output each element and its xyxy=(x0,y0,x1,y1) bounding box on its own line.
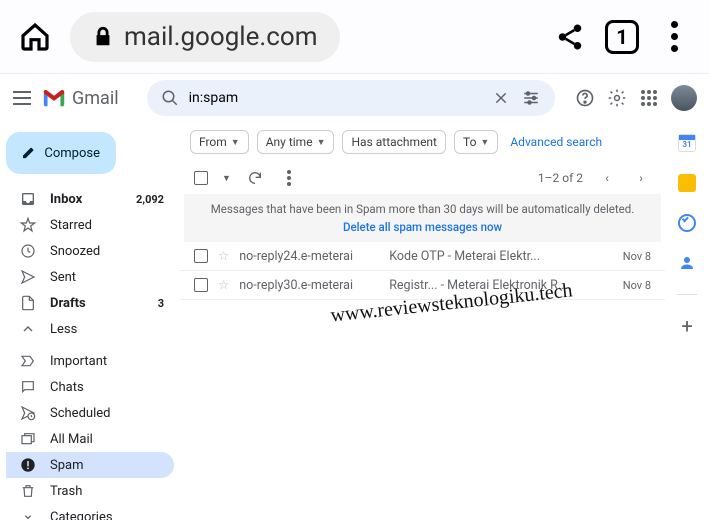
sidebar-item-less[interactable]: Less xyxy=(6,316,174,342)
add-panel-icon[interactable]: + xyxy=(678,317,696,335)
content-area: From▼ Any time▼ Has attachment To▼ Advan… xyxy=(180,122,665,520)
refresh-icon[interactable] xyxy=(245,168,265,188)
calendar-icon[interactable]: 31 xyxy=(678,134,696,152)
url-text: mail.google.com xyxy=(124,22,318,52)
sidebar-item-starred[interactable]: Starred xyxy=(6,212,174,238)
sidebar-item-chats[interactable]: Chats xyxy=(6,374,174,400)
apps-icon[interactable] xyxy=(639,88,659,108)
filter-chip-attachment[interactable]: Has attachment xyxy=(342,130,446,154)
page-range: 1–2 of 2 xyxy=(538,171,583,185)
row-subject: Registr... - Meterai Elektronik R... xyxy=(389,278,613,293)
important-icon xyxy=(20,353,36,369)
sidebar-item-scheduled[interactable]: Scheduled xyxy=(6,400,174,426)
browser-menu-icon[interactable] xyxy=(657,21,691,52)
star-icon[interactable]: ☆ xyxy=(218,248,229,264)
row-date: Nov 8 xyxy=(623,250,651,263)
search-box[interactable] xyxy=(147,80,555,116)
settings-icon[interactable] xyxy=(607,88,627,108)
gmail-logo[interactable]: Gmail xyxy=(42,88,119,109)
allmail-icon xyxy=(20,431,36,447)
sidebar-item-all-mail[interactable]: All Mail xyxy=(6,426,174,452)
filter-chip-anytime[interactable]: Any time▼ xyxy=(257,130,335,154)
sidebar-item-snoozed[interactable]: Snoozed xyxy=(6,238,174,264)
contacts-icon[interactable] xyxy=(678,254,696,272)
search-input[interactable] xyxy=(189,90,481,106)
clear-search-icon[interactable] xyxy=(491,88,511,108)
less-icon xyxy=(20,321,36,337)
clock-icon xyxy=(20,243,36,259)
help-icon[interactable] xyxy=(575,88,595,108)
app-name: Gmail xyxy=(72,88,119,109)
advanced-search-link[interactable]: Advanced search xyxy=(510,135,602,149)
inbox-icon xyxy=(20,191,36,207)
sidebar-item-inbox[interactable]: Inbox2,092 xyxy=(6,186,174,212)
row-sender: no-reply30.e-meterai xyxy=(239,278,379,293)
tasks-icon[interactable] xyxy=(678,214,696,232)
row-date: Nov 8 xyxy=(623,279,651,292)
row-checkbox[interactable] xyxy=(194,278,208,292)
sidebar-item-drafts[interactable]: Drafts3 xyxy=(6,290,174,316)
url-bar[interactable]: mail.google.com xyxy=(70,12,340,62)
cat-icon xyxy=(20,509,36,520)
row-checkbox[interactable] xyxy=(194,249,208,263)
app-header: Gmail xyxy=(0,74,709,122)
prev-page-icon[interactable]: ‹ xyxy=(597,168,617,188)
tab-count[interactable]: 1 xyxy=(605,20,639,54)
sidebar-item-categories[interactable]: Categories xyxy=(6,504,174,520)
more-icon[interactable] xyxy=(279,168,299,188)
email-row[interactable]: ☆ no-reply30.e-meterai Registr... - Metera… xyxy=(180,271,665,300)
home-icon[interactable] xyxy=(18,20,52,54)
compose-button[interactable]: Compose xyxy=(6,132,116,174)
account-avatar[interactable] xyxy=(671,85,697,111)
row-subject: Kode OTP - Meterai Elektr... xyxy=(389,249,613,264)
search-icon xyxy=(161,89,179,107)
star-icon xyxy=(20,217,36,233)
email-row[interactable]: ☆ no-reply24.e-meterai Kode OTP - Meterai … xyxy=(180,242,665,271)
list-toolbar: ▼ 1–2 of 2 ‹ › xyxy=(180,162,665,194)
delete-all-spam-link[interactable]: Delete all spam messages now xyxy=(192,220,653,234)
sched-icon xyxy=(20,405,36,421)
star-icon[interactable]: ☆ xyxy=(218,277,229,293)
lock-icon xyxy=(92,26,114,48)
search-options-icon[interactable] xyxy=(521,88,541,108)
browser-chrome: mail.google.com 1 xyxy=(0,0,709,74)
sidebar-item-spam[interactable]: Spam xyxy=(6,452,174,478)
sidebar-item-trash[interactable]: Trash xyxy=(6,478,174,504)
side-panel: 31 + xyxy=(665,122,709,520)
file-icon xyxy=(20,295,36,311)
chat-icon xyxy=(20,379,36,395)
filter-chip-from[interactable]: From▼ xyxy=(190,130,249,154)
share-icon[interactable] xyxy=(553,20,587,54)
filter-chip-to[interactable]: To▼ xyxy=(454,130,498,154)
next-page-icon[interactable]: › xyxy=(631,168,651,188)
trash-icon xyxy=(20,483,36,499)
sidebar-item-important[interactable]: Important xyxy=(6,348,174,374)
menu-icon[interactable] xyxy=(12,90,32,106)
sidebar: Compose Inbox2,092StarredSnoozedSentDraf… xyxy=(0,122,180,520)
row-sender: no-reply24.e-meterai xyxy=(239,249,379,264)
select-dropdown-icon[interactable]: ▼ xyxy=(222,173,231,184)
select-all-checkbox[interactable] xyxy=(194,171,208,185)
sidebar-item-sent[interactable]: Sent xyxy=(6,264,174,290)
spam-icon xyxy=(20,457,36,473)
send-icon xyxy=(20,269,36,285)
keep-icon[interactable] xyxy=(678,174,696,192)
spam-banner: Messages that have been in Spam more tha… xyxy=(184,194,661,242)
